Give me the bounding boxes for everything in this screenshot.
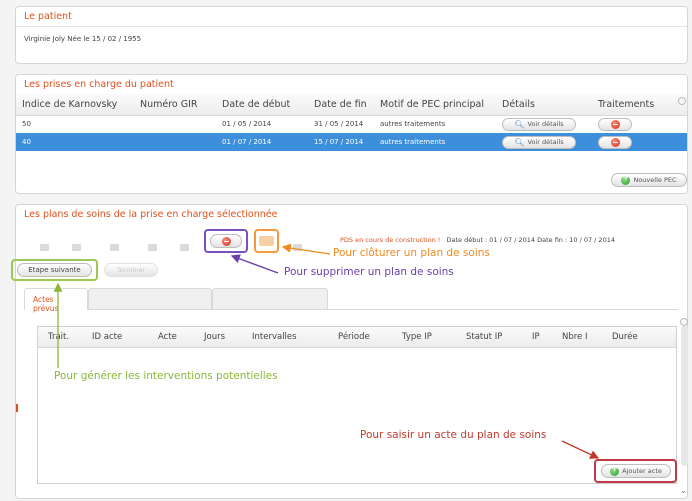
actes-col-statut-ip[interactable]: Statut IP — [462, 327, 528, 348]
traitements-button[interactable] — [598, 135, 632, 149]
actes-col-acte[interactable]: Acte — [154, 327, 200, 348]
voir-details-label: Voir détails — [527, 138, 564, 146]
actes-col-periode[interactable]: Période — [334, 327, 398, 348]
patient-panel: Le patient Virginie Joly Née le 15 / 02 … — [15, 6, 688, 64]
pec-col-karnovsky[interactable]: Indice de Karnovsky — [16, 94, 134, 116]
patient-panel-title: Le patient — [16, 7, 687, 27]
annotation-cloturer: Pour clôturer un plan de soins — [333, 247, 490, 259]
plan-status: PDS en cours de construction ! Date débu… — [340, 236, 615, 244]
pec-cell-gir — [134, 133, 216, 151]
stop-icon — [610, 137, 620, 147]
pec-cell-gir — [134, 115, 216, 133]
pec-col-motif[interactable]: Motif de PEC principal — [374, 94, 496, 116]
plans-panel-title: Les plans de soins de la prise en charge… — [24, 209, 278, 220]
actes-table-header: Trait. ID acte Acte Jours Intervalles Pé… — [38, 327, 676, 348]
pec-col-debut[interactable]: Date de début — [216, 94, 308, 116]
terminer-button[interactable]: Terminer — [104, 263, 158, 277]
actes-col-type-ip[interactable]: Type IP — [398, 327, 462, 348]
pec-cell-karnovsky: 50 — [22, 120, 31, 129]
annotation-saisir: Pour saisir un acte du plan de soins — [360, 429, 547, 441]
pec-cell-motif: autres traitements — [374, 133, 496, 151]
chevron-down-icon[interactable]: ⌄ — [680, 486, 687, 495]
pec-col-traitements[interactable]: Traitements — [592, 94, 687, 116]
magnifier-icon: 🔍︎ — [514, 119, 525, 129]
actes-col-jours[interactable]: Jours — [200, 327, 248, 348]
patient-info: Virginie Joly Née le 15 / 02 / 1955 — [24, 35, 142, 43]
ajouter-acte-button[interactable]: Ajouter acte — [601, 464, 671, 478]
voir-details-button[interactable]: 🔍︎ Voir détails — [502, 135, 576, 149]
pec-scroll-up-icon[interactable] — [678, 97, 686, 105]
magnifier-icon: 🔍︎ — [514, 137, 525, 147]
annotation-generer: Pour générer les interventions potentiel… — [54, 370, 278, 382]
pec-cell-fin: 15 / 07 / 2014 — [308, 133, 374, 151]
terminer-label: Terminer — [116, 266, 146, 274]
traitements-button[interactable] — [598, 117, 632, 131]
pec-cell-details: 🔍︎ Voir détails — [496, 133, 592, 151]
cloturer-plan-button[interactable] — [259, 236, 274, 246]
tab-third[interactable] — [212, 288, 328, 310]
plan-status-label: PDS en cours de construction ! — [340, 236, 441, 244]
add-icon — [621, 173, 631, 185]
actes-col-intervalles[interactable]: Intervalles — [248, 327, 334, 348]
pec-cell-traitements — [592, 115, 687, 133]
actes-grid: Trait. ID acte Acte Jours Intervalles Pé… — [37, 326, 677, 484]
pec-col-details[interactable]: Détails — [496, 94, 592, 116]
stop-icon — [610, 119, 620, 129]
table-row[interactable]: 50 01 / 05 / 2014 31 / 05 / 2014 autres … — [16, 115, 687, 133]
annotation-supprimer: Pour supprimer un plan de soins — [284, 266, 454, 278]
tab-bar-line — [88, 309, 678, 310]
pec-cell-fin: 31 / 05 / 2014 — [314, 120, 364, 129]
actes-scroll-up-icon[interactable] — [680, 318, 688, 326]
pec-cell-debut: 01 / 05 / 2014 — [222, 120, 272, 129]
prev-page-icon[interactable] — [72, 244, 81, 251]
supprimer-plan-button[interactable] — [210, 234, 242, 248]
pec-cell-karnovsky: 40 — [16, 133, 134, 151]
stop-icon — [221, 236, 231, 246]
table-row[interactable]: 40 01 / 07 / 2014 15 / 07 / 2014 autres … — [16, 133, 687, 151]
etape-suivante-button[interactable]: Etape suivante — [17, 263, 92, 277]
pec-panel-title: Les prises en charge du patient — [16, 75, 687, 95]
pec-cell-debut: 01 / 07 / 2014 — [216, 133, 308, 151]
actes-col-id[interactable]: ID acte — [88, 327, 154, 348]
nouvelle-pec-button[interactable]: Nouvelle PEC — [611, 173, 687, 187]
plan-dates: Date début : 01 / 07 / 2014 Date fin : 1… — [446, 236, 615, 244]
tab-actes-prevus-label: Actes prévus — [33, 295, 59, 313]
actes-scrollbar[interactable] — [681, 326, 688, 466]
actes-col-ip[interactable]: IP — [528, 327, 558, 348]
pec-cell-traitements — [592, 133, 687, 151]
etape-suivante-label: Etape suivante — [28, 266, 81, 274]
pec-table-header: Indice de Karnovsky Numéro GIR Date de d… — [16, 94, 687, 116]
red-marker — [16, 404, 18, 412]
next-page-icon[interactable] — [110, 244, 119, 251]
tab-second[interactable] — [88, 288, 212, 310]
last-page-icon[interactable] — [148, 244, 157, 251]
actes-col-nbre[interactable]: Nbre I — [558, 327, 608, 348]
pec-col-fin[interactable]: Date de fin — [308, 94, 374, 116]
voir-details-button[interactable]: 🔍︎ Voir détails — [502, 117, 576, 131]
add-icon — [610, 464, 620, 476]
pec-cell-details: 🔍︎ Voir détails — [496, 115, 592, 133]
tab-actes-prevus[interactable]: Actes prévus — [24, 288, 88, 313]
first-page-icon[interactable] — [40, 244, 49, 251]
actes-col-duree[interactable]: Durée — [608, 327, 676, 348]
pec-table-wrap: Indice de Karnovsky Numéro GIR Date de d… — [16, 94, 687, 151]
ajouter-acte-label: Ajouter acte — [622, 467, 662, 475]
refresh-icon[interactable] — [180, 244, 189, 251]
pec-col-gir[interactable]: Numéro GIR — [134, 94, 216, 116]
nouvelle-pec-label: Nouvelle PEC — [633, 176, 677, 184]
pec-cell-motif: autres traitements — [380, 120, 446, 129]
edit-icon[interactable] — [293, 244, 302, 251]
voir-details-label: Voir détails — [527, 120, 564, 129]
actes-col-trait[interactable]: Trait. — [38, 327, 88, 348]
